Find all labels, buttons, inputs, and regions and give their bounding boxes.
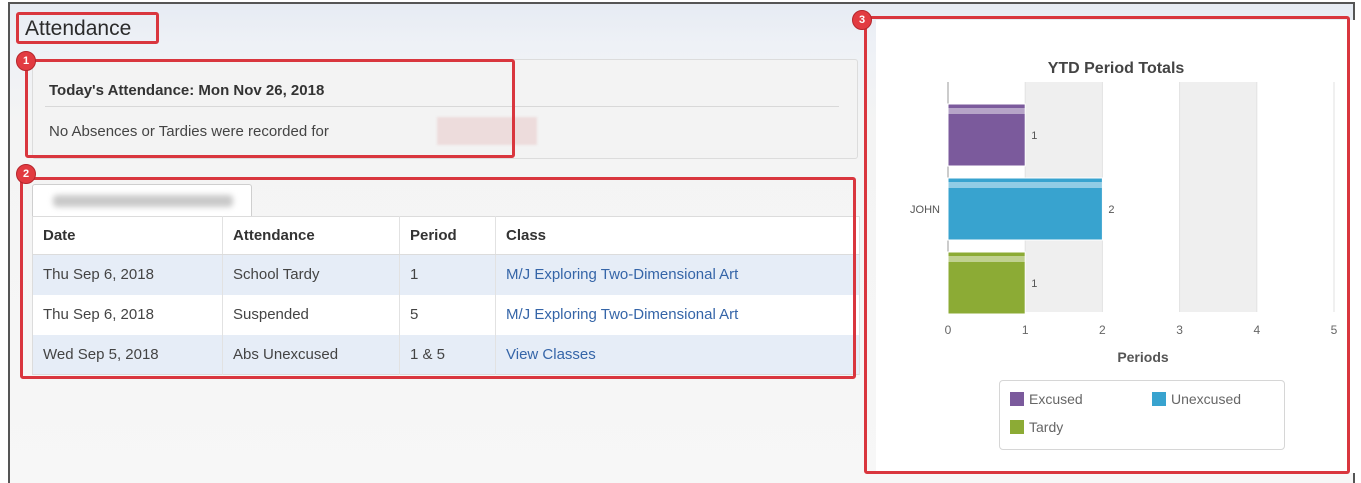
callout-badge-2: 2 — [16, 164, 36, 184]
callout-badge-3: 3 — [852, 10, 872, 30]
callout-box-3 — [864, 16, 1350, 474]
callout-box-1 — [25, 59, 515, 158]
callout-box-title — [16, 12, 159, 44]
callout-badge-1: 1 — [16, 51, 36, 71]
callout-box-2 — [20, 177, 856, 379]
attendance-frame: Attendance Today's Attendance: Mon Nov 2… — [8, 2, 1356, 483]
